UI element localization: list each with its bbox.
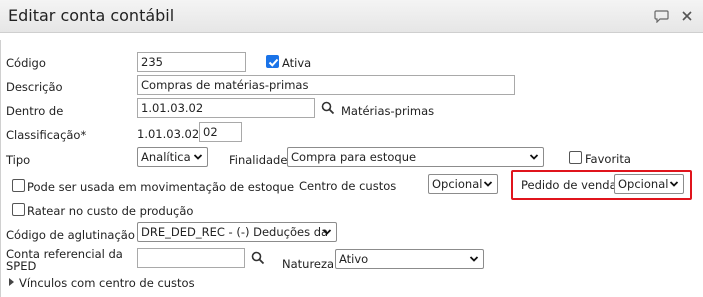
dentro-de-label: Dentro de xyxy=(6,104,64,118)
pedido-venda-value: Opcional xyxy=(618,177,669,191)
caret-right-icon xyxy=(9,278,14,286)
tipo-select[interactable]: Analítica xyxy=(137,147,208,167)
dentro-de-input[interactable]: 1.01.03.02 xyxy=(137,98,315,118)
ratear-label: Ratear no custo de produção xyxy=(27,204,194,218)
centro-custos-value: Opcional xyxy=(432,177,483,191)
codigo-aglutinacao-value: DRE_DED_REC - (-) Deduções da xyxy=(141,225,329,239)
conta-referencial-input[interactable] xyxy=(137,248,245,268)
natureza-select[interactable]: Ativo xyxy=(335,249,484,269)
ativa-label: Ativa xyxy=(282,56,312,70)
close-icon[interactable] xyxy=(679,8,695,24)
title-icons xyxy=(653,8,695,24)
pode-ser-usada-label: Pode ser usada em movimentação de estoqu… xyxy=(27,180,295,194)
search-icon[interactable] xyxy=(251,251,265,265)
vinculos-label: Vínculos com centro de custos xyxy=(19,276,195,290)
favorita-checkbox[interactable] xyxy=(569,151,582,164)
finalidade-value: Compra para estoque xyxy=(291,150,417,164)
natureza-value: Ativo xyxy=(339,252,369,266)
chat-bubble-icon[interactable] xyxy=(653,8,669,24)
natureza-label: Natureza xyxy=(282,257,335,271)
codigo-aglutinacao-select[interactable]: DRE_DED_REC - (-) Deduções da xyxy=(137,222,337,242)
chevron-down-icon xyxy=(469,256,479,262)
finalidade-select[interactable]: Compra para estoque xyxy=(287,147,544,167)
chevron-down-icon xyxy=(529,154,539,160)
ativa-checkbox[interactable] xyxy=(266,55,279,68)
chevron-down-icon xyxy=(193,154,203,160)
pedido-venda-select[interactable]: Opcional xyxy=(614,174,684,194)
pedido-venda-label: Pedido de venda xyxy=(521,178,617,192)
tipo-label: Tipo xyxy=(6,153,31,167)
codigo-input[interactable]: 235 xyxy=(137,52,246,72)
chevron-down-icon xyxy=(483,181,493,187)
classificacao-label: Classificação* xyxy=(6,128,87,142)
dialog-titlebar: Editar conta contábil xyxy=(0,0,703,33)
centro-custos-select[interactable]: Opcional xyxy=(428,174,498,194)
finalidade-label: Finalidade xyxy=(229,153,288,167)
dialog-title: Editar conta contábil xyxy=(8,6,175,25)
vinculos-toggle[interactable]: Vínculos com centro de custos xyxy=(9,276,195,290)
search-icon[interactable] xyxy=(321,101,335,115)
descricao-input[interactable]: Compras de matérias-primas xyxy=(137,75,515,95)
classificacao-input[interactable]: 02 xyxy=(199,122,242,142)
favorita-label: Favorita xyxy=(585,152,631,166)
classificacao-prefix: 1.01.03.02. xyxy=(137,127,203,141)
chevron-down-icon xyxy=(322,229,332,235)
tipo-value: Analítica xyxy=(141,150,191,164)
codigo-label: Código xyxy=(6,56,46,70)
codigo-aglutinacao-label: Código de aglutinação xyxy=(6,228,135,242)
descricao-label: Descrição xyxy=(6,80,63,94)
centro-custos-label: Centro de custos xyxy=(299,179,397,193)
chevron-down-icon xyxy=(669,181,679,187)
dentro-de-lookup-text: Matérias-primas xyxy=(341,104,435,118)
pode-ser-usada-checkbox[interactable] xyxy=(12,179,25,192)
conta-referencial-label-line2: SPED xyxy=(6,259,37,273)
ratear-checkbox[interactable] xyxy=(12,203,25,216)
